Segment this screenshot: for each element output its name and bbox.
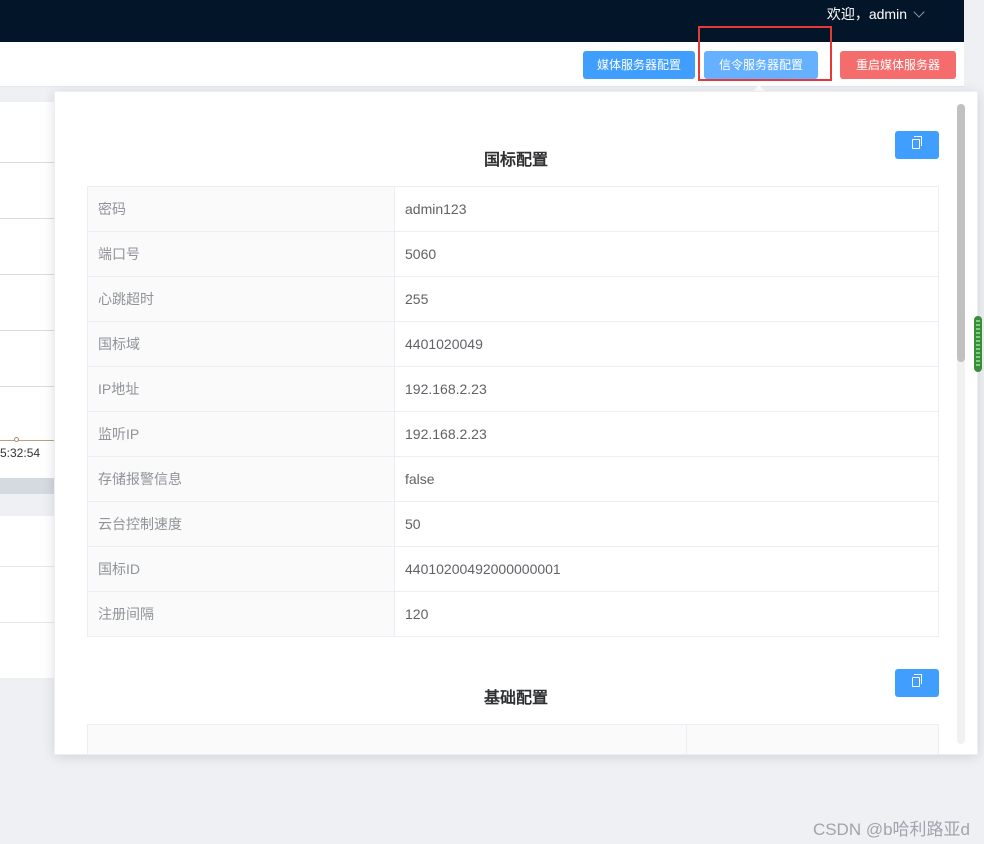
row-value: 50: [394, 501, 939, 547]
row-value: 192.168.2.23: [394, 411, 939, 457]
toolbar: 媒体服务器配置 信令服务器配置 重启媒体服务器: [0, 42, 964, 87]
grid-line: [0, 218, 54, 219]
signal-server-config-popover: 国标配置 密码 admin123 端口号 5060 心跳超时 255 国标域 44010…: [54, 91, 978, 755]
row-value: 120: [394, 591, 939, 637]
row-label: 心跳超时: [87, 276, 395, 322]
restart-media-server-button[interactable]: 重启媒体服务器: [840, 51, 956, 79]
watermark: CSDN @b哈利路亚d: [812, 820, 970, 839]
signal-server-config-button[interactable]: 信令服务器配置: [704, 51, 818, 79]
row-value: admin123: [394, 186, 939, 232]
row-label: 端口号: [87, 231, 395, 277]
grid-line: [0, 162, 54, 163]
table-row: 心跳超时 255: [87, 276, 939, 322]
chart-line: [0, 440, 54, 441]
gb-config-title: 国标配置: [483, 152, 548, 169]
row-value: false: [394, 456, 939, 502]
row-value: 5060: [394, 231, 939, 277]
row-label: 国标域: [87, 321, 395, 367]
side-drag-handle[interactable]: [974, 316, 982, 372]
gb-config-table: 密码 admin123 端口号 5060 心跳超时 255 国标域 4401020049…: [87, 186, 939, 637]
row-value: 4401020049: [394, 321, 939, 367]
table-row: 国标ID 44010200492000000001: [87, 546, 939, 592]
table-row: 密码 admin123: [87, 186, 939, 232]
row-label: 国标ID: [87, 546, 395, 592]
top-navbar: 欢迎，admin: [0, 0, 964, 42]
copy-icon: [912, 136, 922, 149]
table-row: 监听IP 192.168.2.23: [87, 411, 939, 457]
table-row: 注册间隔 120: [87, 591, 939, 637]
basic-config-table: [87, 724, 939, 754]
row-label: IP地址: [87, 366, 395, 412]
grid-line: [0, 386, 54, 387]
row-label: 存储报警信息: [87, 456, 395, 502]
chart-time-label: 5:32:54: [0, 446, 41, 460]
welcome-text: 欢迎，admin: [826, 6, 907, 22]
grid-line: [0, 274, 54, 275]
table-row: IP地址 192.168.2.23: [87, 366, 939, 412]
row-divider: [0, 622, 54, 623]
chevron-down-icon: [913, 6, 925, 18]
row-label: 云台控制速度: [87, 501, 395, 547]
row-label: 密码: [87, 186, 395, 232]
row-value: 44010200492000000001: [394, 546, 939, 592]
copy-basic-config-button[interactable]: [895, 669, 939, 697]
copy-icon: [912, 674, 922, 687]
row-value: 255: [394, 276, 939, 322]
row-divider: [0, 566, 54, 567]
basic-config-title: 基础配置: [483, 690, 548, 707]
user-menu[interactable]: 欢迎，admin: [826, 4, 925, 24]
column-divider: [686, 725, 687, 754]
table-row: 国标域 4401020049: [87, 321, 939, 367]
chart-zoom-slider[interactable]: [0, 478, 54, 494]
copy-gb-config-button[interactable]: [895, 131, 939, 159]
chart-point: [14, 437, 19, 442]
row-value: 192.168.2.23: [394, 366, 939, 412]
background-chart-panel: 5:32:54: [0, 102, 54, 494]
background-list-panel: [0, 516, 54, 678]
grid-line: [0, 330, 54, 331]
row-label: 监听IP: [87, 411, 395, 457]
table-row: 存储报警信息 false: [87, 456, 939, 502]
media-server-config-button[interactable]: 媒体服务器配置: [583, 51, 695, 79]
row-label: 注册间隔: [87, 591, 395, 637]
table-row: 端口号 5060: [87, 231, 939, 277]
table-row: 云台控制速度 50: [87, 501, 939, 547]
popover-scrollbar-thumb[interactable]: [957, 104, 965, 362]
